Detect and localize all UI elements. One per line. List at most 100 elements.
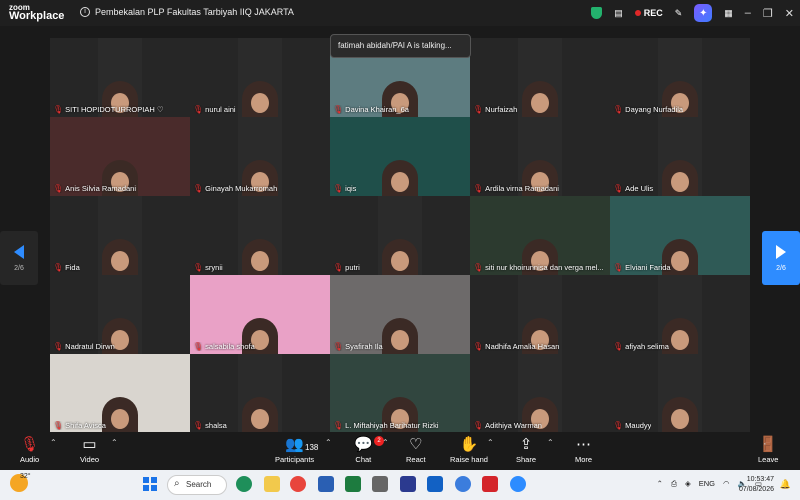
raise-hand-options-caret[interactable]: ⌃ <box>487 438 494 447</box>
minimize-icon[interactable]: – <box>745 7 751 19</box>
raise-hand-button[interactable]: ✋ Raise hand <box>450 436 488 464</box>
participant-name: Anis Silvia Ramadani <box>65 184 137 193</box>
close-icon[interactable]: ✕ <box>785 7 794 20</box>
participant-name-label: 🎙 Anis Silvia Ramadani <box>53 184 136 193</box>
camera-icon: ▭ <box>82 436 97 453</box>
participant-tile[interactable]: 🎙 Dayang Nurfadila <box>610 38 750 117</box>
info-icon[interactable]: i <box>80 7 90 17</box>
zoom-taskbar-icon[interactable] <box>510 476 526 492</box>
audio-options-caret[interactable]: ⌃ <box>50 438 57 447</box>
recording-indicator[interactable]: REC <box>634 8 663 18</box>
participant-tile[interactable]: 🎙 Ardila virna Ramadani <box>470 117 610 196</box>
participant-tile[interactable]: 🎙 Nadratul Dirwn <box>50 275 190 354</box>
participant-tile[interactable]: 🎙 Nadhifa Amalia Hasan <box>470 275 610 354</box>
participant-name: L. Miftahiyah Barihatur Rizki <box>345 421 439 430</box>
clock-time: 10:53:47 <box>746 476 774 483</box>
participant-name: Ardila virna Ramadani <box>485 184 559 193</box>
chat-options-caret[interactable]: ⌃ <box>382 438 389 447</box>
clock[interactable]: 10:53:47 07/08/2026 <box>739 475 774 495</box>
security-shield-icon[interactable] <box>591 7 603 19</box>
participant-tile[interactable]: 🎙 Adithiya Warman <box>470 354 610 433</box>
video-options-caret[interactable]: ⌃ <box>111 438 118 447</box>
muted-mic-icon: 🎙 <box>473 421 484 430</box>
participant-tile[interactable]: 🎙 Anis Silvia Ramadani <box>50 117 190 196</box>
excel-icon[interactable] <box>345 476 361 492</box>
participant-name-label: 🎙 salsabila shofa <box>193 342 255 351</box>
notes-icon[interactable]: ▤ <box>614 8 623 19</box>
participant-name: srynii <box>205 263 223 272</box>
participant-video <box>658 354 702 433</box>
audio-button[interactable]: 🎙 Audio <box>20 436 39 464</box>
react-button[interactable]: ♡ React <box>406 436 426 464</box>
share-label: Share <box>516 455 537 464</box>
next-page-button[interactable]: 2/6 <box>762 231 800 285</box>
edge-browser-icon[interactable] <box>236 476 252 492</box>
notification-bell-icon[interactable]: 🔔 <box>780 479 791 490</box>
chat-icon: 💬 <box>354 436 373 453</box>
participant-tile[interactable]: 🎙 Maudyy <box>610 354 750 433</box>
participant-name-label: 🎙 L. Miftahiyah Barihatur Rizki <box>333 421 439 430</box>
view-grid-icon[interactable]: ▦ <box>724 8 733 19</box>
wifi-icon[interactable]: ◠ <box>723 479 730 489</box>
participants-options-caret[interactable]: ⌃ <box>325 438 332 447</box>
restore-icon[interactable]: ❐ <box>763 7 773 20</box>
participant-name: Elviani Farida <box>625 263 671 272</box>
security-icon[interactable]: ◈ <box>685 479 691 489</box>
file-explorer-icon[interactable] <box>264 476 280 492</box>
chevron-up-icon[interactable]: ⌃ <box>657 479 663 489</box>
muted-mic-icon: 🎙 <box>333 263 344 272</box>
participant-face <box>242 81 278 117</box>
more-button[interactable]: ⋯ More <box>575 436 592 464</box>
chat-button[interactable]: 💬 2 Chat <box>354 436 384 464</box>
outlook-icon[interactable] <box>427 476 443 492</box>
participant-tile[interactable]: 🎙 salsabila shofa <box>190 275 330 354</box>
printer-icon[interactable]: ⎙ <box>671 479 677 489</box>
participant-name-label: 🎙 Maudyy <box>613 421 651 430</box>
participant-tile[interactable]: 🎙 iqis <box>330 117 470 196</box>
participant-tile[interactable]: 🎙 Shifa Avisca <box>50 354 190 433</box>
share-options-caret[interactable]: ⌃ <box>547 438 554 447</box>
input-language[interactable]: ENG <box>699 479 715 489</box>
muted-mic-icon: 🎙 <box>53 342 64 351</box>
participant-tile[interactable]: 🎙 Fida <box>50 196 190 275</box>
participant-name: Davina Khairan_6a <box>345 105 409 114</box>
participant-tile[interactable]: 🎙 Ginayah Mukarromah <box>190 117 330 196</box>
participant-tile[interactable]: 🎙 siti nur khoirunnisa dan verga mel... <box>470 196 610 275</box>
participant-name: Nadratul Dirwn <box>65 342 115 351</box>
participant-tile[interactable]: 🎙 shalsa <box>190 354 330 433</box>
pdf-reader-icon[interactable] <box>482 476 498 492</box>
participant-tile[interactable]: 🎙 Elviani Farida <box>610 196 750 275</box>
store-icon[interactable] <box>318 476 334 492</box>
participant-video <box>98 196 142 275</box>
video-button[interactable]: ▭ Video <box>80 436 99 464</box>
share-button[interactable]: ⇪ Share <box>516 436 536 464</box>
leave-button[interactable]: 🚪 Leave <box>758 436 778 464</box>
calculator-icon[interactable] <box>372 476 388 492</box>
participant-tile[interactable]: 🎙 Nurfaizah <box>470 38 610 117</box>
talking-banner: fatimah abidah/PAI A is talking... <box>330 34 471 58</box>
participant-name: siti nur khoirunnisa dan verga mel... <box>485 263 604 272</box>
participant-tile[interactable]: 🎙 Ade Ulis <box>610 117 750 196</box>
app-slash-icon[interactable] <box>400 476 416 492</box>
ai-companion-icon[interactable]: ✦ <box>694 4 713 22</box>
capture-icon[interactable] <box>455 476 471 492</box>
participant-tile[interactable]: 🎙 SITI HOPIDOTURROPIAH ♡ <box>50 38 190 117</box>
meeting-toolbar: 🎙 Audio ⌃ ▭ Video ⌃ 👥 Participants 138 ⌃… <box>0 432 800 470</box>
participant-tile[interactable]: 🎙 L. Miftahiyah Barihatur Rizki <box>330 354 470 433</box>
participant-tile[interactable]: 🎙 nurul aini <box>190 38 330 117</box>
participant-tile[interactable]: 🎙 srynii <box>190 196 330 275</box>
participant-name-label: 🎙 Fida <box>53 263 80 272</box>
taskbar-search[interactable]: Search <box>167 475 227 495</box>
record-dot-icon <box>634 10 641 16</box>
participant-tile[interactable]: 🎙 afiyah selima <box>610 275 750 354</box>
chat-label: Chat <box>355 455 372 464</box>
participant-face <box>242 239 278 275</box>
meeting-info[interactable]: i Pembekalan PLP Fakultas Tarbiyah IIQ J… <box>80 7 294 17</box>
muted-mic-icon: 🎙 <box>53 421 64 430</box>
windows-start-icon[interactable] <box>143 477 157 491</box>
previous-page-button[interactable]: 2/6 <box>0 231 38 285</box>
participant-tile[interactable]: 🎙 putri <box>330 196 470 275</box>
chrome-icon[interactable] <box>290 476 306 492</box>
participant-tile[interactable]: 🎙 Syafirah Ila <box>330 275 470 354</box>
edit-icon[interactable]: ✎ <box>675 8 683 19</box>
